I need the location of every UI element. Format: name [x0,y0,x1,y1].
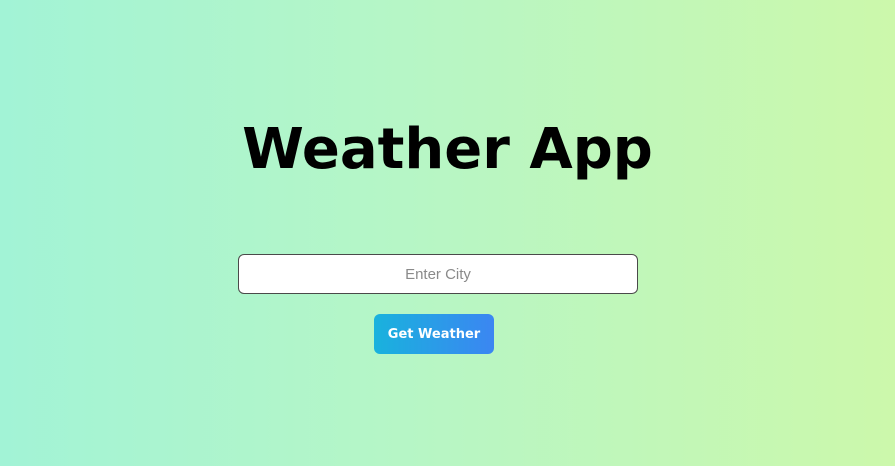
get-weather-button[interactable]: Get Weather [374,314,494,354]
weather-app: Weather App Get Weather [0,0,895,466]
page-title: Weather App [242,117,653,182]
city-search-input[interactable] [238,254,638,294]
